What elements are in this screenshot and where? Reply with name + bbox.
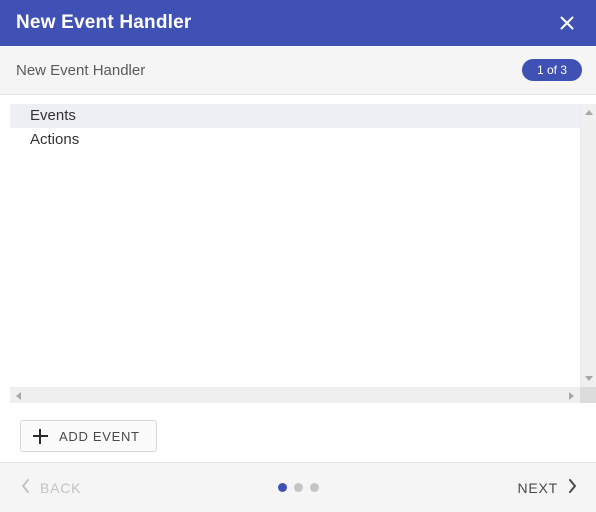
event-handler-list: Events Actions [10, 104, 580, 387]
next-button[interactable]: NEXT [517, 478, 578, 497]
list-item-label: Events [30, 107, 76, 124]
dialog-title: New Event Handler [16, 12, 552, 34]
next-label: NEXT [517, 480, 558, 496]
step-counter-badge: 1 of 3 [522, 59, 582, 81]
dialog-titlebar: New Event Handler [0, 0, 596, 46]
wizard-step-title: New Event Handler [16, 62, 522, 79]
step-dot-1 [278, 483, 287, 492]
step-dot-2 [294, 483, 303, 492]
scrollbar-corner [580, 387, 596, 403]
scroll-left-arrow-icon[interactable] [16, 392, 21, 400]
list-item[interactable]: Actions [10, 128, 580, 152]
horizontal-scrollbar[interactable] [10, 387, 580, 403]
scroll-right-arrow-icon[interactable] [569, 392, 574, 400]
back-label: BACK [40, 480, 81, 496]
list-item-label: Actions [30, 131, 79, 148]
close-button[interactable] [552, 8, 582, 38]
scroll-down-arrow-icon[interactable] [585, 376, 593, 381]
list-action-bar: ADD EVENT [10, 403, 596, 452]
list-item[interactable]: Events [10, 104, 580, 128]
step-dot-3 [310, 483, 319, 492]
add-event-label: ADD EVENT [59, 429, 140, 444]
close-icon [557, 13, 577, 33]
back-button[interactable]: BACK [20, 478, 81, 497]
wizard-footer: BACK NEXT [0, 462, 596, 512]
chevron-right-icon [567, 478, 578, 497]
event-handler-list-container: Events Actions [10, 104, 596, 403]
wizard-step-dots [0, 483, 596, 492]
chevron-left-icon [20, 478, 31, 497]
scroll-up-arrow-icon[interactable] [585, 110, 593, 115]
vertical-scrollbar[interactable] [580, 104, 596, 387]
wizard-subheader: New Event Handler 1 of 3 [0, 46, 596, 95]
plus-icon [33, 429, 48, 444]
dialog-body: Events Actions ADD EVENT [0, 95, 596, 462]
new-event-handler-dialog: New Event Handler New Event Handler 1 of… [0, 0, 596, 512]
add-event-button[interactable]: ADD EVENT [20, 420, 157, 452]
